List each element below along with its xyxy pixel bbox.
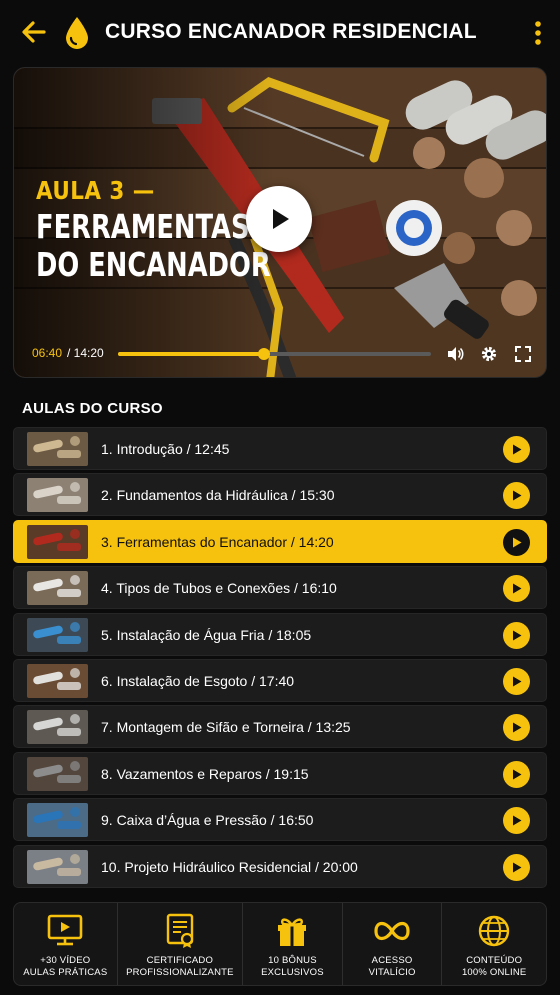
feature-label-line1: 10 BÔNUS: [268, 955, 317, 966]
lesson-title: 2. Fundamentos da Hidráulica / 15:30: [101, 487, 335, 504]
play-icon: [513, 862, 522, 873]
lesson-title: 9. Caixa d’Água e Pressão / 16:50: [101, 812, 314, 829]
play-icon: [513, 815, 522, 826]
feature-label: ACESSO VITALÍCIO: [369, 955, 416, 979]
video-player-icon: [47, 914, 83, 946]
lesson-play-button[interactable]: [503, 436, 530, 463]
lesson-play-button[interactable]: [503, 528, 530, 556]
lesson-title: 8. Vazamentos e Reparos / 19:15: [101, 765, 309, 782]
page-title: CURSO ENCANADOR RESIDENCIAL: [105, 20, 477, 43]
feature-label-line1: ACESSO: [371, 955, 413, 966]
app-header: CURSO ENCANADOR RESIDENCIAL: [0, 0, 560, 66]
play-icon: [513, 676, 522, 687]
globe-icon: [478, 915, 510, 947]
section-title: AULAS DO CURSO: [22, 400, 163, 417]
progress-fill: [118, 352, 264, 356]
progress-track[interactable]: [118, 348, 431, 360]
fullscreen-icon[interactable]: [514, 345, 532, 363]
play-icon: [513, 444, 522, 455]
lesson-title: 1. Introdução / 12:45: [101, 441, 230, 457]
lesson-play-button[interactable]: [503, 621, 530, 649]
volume-icon[interactable]: [446, 345, 464, 363]
lesson-kicker: AULA 3 —: [36, 176, 155, 205]
lesson-item[interactable]: 9. Caixa d’Água e Pressão / 16:50: [13, 798, 547, 842]
feature-label-line2: VITALÍCIO: [368, 967, 416, 978]
feature-label: CONTEÚDO 100% ONLINE: [462, 955, 527, 979]
lesson-title: 4. Tipos de Tubos e Conexões / 16:10: [101, 580, 337, 597]
lesson-title: 6. Instalação de Esgoto / 17:40: [101, 672, 295, 689]
lesson-thumbnail: [27, 478, 88, 513]
feature-label-line1: +30 VÍDEO: [40, 955, 91, 966]
lesson-play-button[interactable]: [503, 714, 530, 742]
feature-item: 10 BÔNUS EXCLUSIVOS: [243, 903, 343, 985]
gift-icon: [278, 918, 307, 946]
play-icon: [513, 630, 522, 641]
lesson-headline-line1: FERRAMENTAS: [36, 207, 250, 246]
feature-label-line2: AULAS PRÁTICAS: [23, 967, 108, 978]
feature-item: +30 VÍDEO AULAS PRÁTICAS: [14, 903, 118, 985]
lesson-thumbnail: [27, 710, 88, 745]
infinity-icon: [374, 921, 410, 941]
features-bar: +30 VÍDEO AULAS PRÁTICAS CERTIFICADO PROFIS…: [13, 902, 547, 986]
lesson-headline-line2: DO ENCANADOR: [36, 245, 271, 284]
feature-label: 10 BÔNUS EXCLUSIVOS: [261, 955, 324, 979]
play-button[interactable]: [246, 186, 312, 252]
lesson-item[interactable]: 8. Vazamentos e Reparos / 19:15: [13, 751, 547, 795]
feature-label-line2: PROFISSIONALIZANTE: [126, 967, 234, 978]
arrow-left-icon[interactable]: [20, 18, 48, 46]
play-icon: [273, 209, 289, 229]
lesson-play-button[interactable]: [503, 853, 530, 881]
lesson-thumbnail: [27, 524, 88, 559]
play-icon: [513, 722, 522, 733]
video-player[interactable]: AULA 3 — FERRAMENTAS DO ENCANADOR 06:40 …: [13, 67, 547, 378]
lesson-thumbnail: [27, 803, 88, 838]
lesson-play-button[interactable]: [503, 807, 530, 835]
lesson-play-button[interactable]: [503, 575, 530, 603]
feature-label-line1: CONTEÚDO: [466, 955, 523, 966]
lesson-headline: FERRAMENTAS DO ENCANADOR: [36, 208, 271, 284]
lesson-play-button[interactable]: [503, 482, 530, 510]
certificate-icon: [166, 913, 194, 948]
feature-item: ACESSO VITALÍCIO: [343, 903, 443, 985]
lesson-list: 1. Introdução / 12:45 2. Fundamentos da H…: [13, 427, 547, 891]
play-icon: [513, 490, 522, 501]
lesson-play-button[interactable]: [503, 667, 530, 695]
lesson-item[interactable]: 6. Instalação de Esgoto / 17:40: [13, 658, 547, 702]
lesson-item[interactable]: 2. Fundamentos da Hidráulica / 15:30: [13, 473, 547, 517]
settings-gear-icon[interactable]: [480, 345, 498, 363]
lesson-thumbnail: [27, 617, 88, 652]
lesson-thumbnail: [27, 571, 88, 606]
lesson-title: 5. Instalação de Água Fria / 18:05: [101, 626, 312, 643]
feature-item: CERTIFICADO PROFISSIONALIZANTE: [118, 903, 244, 985]
lesson-item[interactable]: 3. Ferramentas do Encanador / 14:20: [13, 519, 547, 563]
lesson-thumbnail: [27, 756, 88, 791]
feature-label: +30 VÍDEO AULAS PRÁTICAS: [23, 955, 107, 979]
play-icon: [513, 583, 522, 594]
feature-label-line2: 100% ONLINE: [461, 967, 527, 978]
lesson-item[interactable]: 10. Projeto Hidráulico Residencial / 20:…: [13, 844, 547, 888]
current-time: 06:40: [32, 346, 63, 360]
feature-item: CONTEÚDO 100% ONLINE: [442, 903, 546, 985]
lesson-thumbnail: [27, 849, 88, 884]
lesson-item[interactable]: 1. Introdução / 12:45: [13, 427, 547, 470]
feature-label: CERTIFICADO PROFISSIONALIZANTE: [126, 955, 234, 979]
lesson-item[interactable]: 5. Instalação de Água Fria / 18:05: [13, 612, 547, 656]
video-controls: 06:40 / 14:20: [14, 336, 546, 372]
lesson-thumbnail: [27, 432, 88, 466]
lesson-title: 3. Ferramentas do Encanador / 14:20: [101, 533, 334, 550]
play-icon: [513, 769, 522, 780]
lesson-item[interactable]: 4. Tipos de Tubos e Conexões / 16:10: [13, 566, 547, 610]
play-icon: [513, 537, 522, 548]
feature-label-line2: EXCLUSIVOS: [261, 967, 324, 978]
lesson-title: 7. Montagem de Sifão e Torneira / 13:25: [101, 719, 351, 736]
total-time: / 14:20: [67, 346, 104, 360]
more-vertical-icon[interactable]: [534, 20, 542, 46]
feature-label-line1: CERTIFICADO: [146, 955, 214, 966]
progress-thumb[interactable]: [257, 348, 270, 360]
water-drop-icon: [66, 17, 88, 49]
lesson-item[interactable]: 7. Montagem de Sifão e Torneira / 13:25: [13, 705, 547, 749]
lesson-play-button[interactable]: [503, 760, 530, 788]
lesson-title: 10. Projeto Hidráulico Residencial / 20:…: [101, 858, 358, 875]
lesson-thumbnail: [27, 663, 88, 698]
